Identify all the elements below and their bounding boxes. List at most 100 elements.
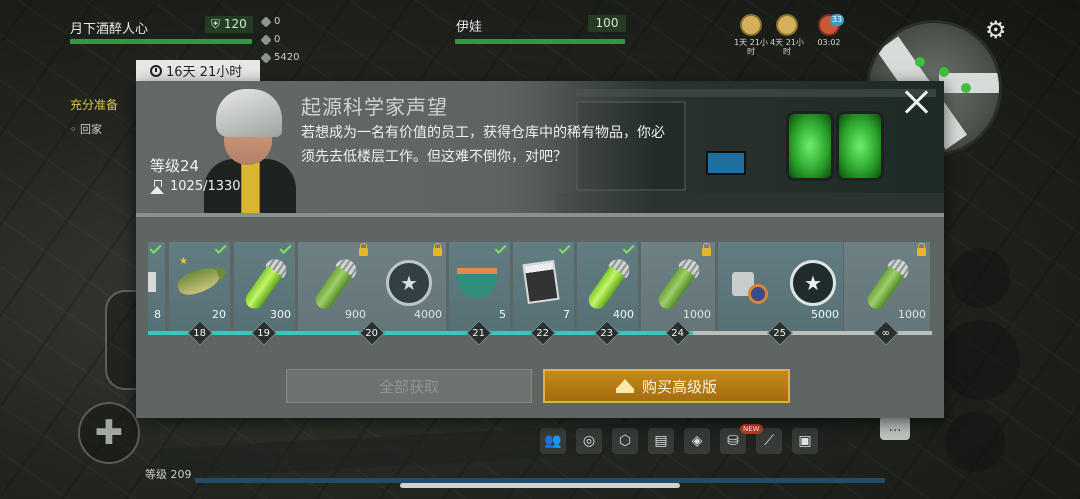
knife-icon <box>260 51 272 64</box>
level-marker-label: ∞ <box>881 327 890 339</box>
level-marker-label: 21 <box>472 327 486 339</box>
level-marker-label: 22 <box>536 327 550 339</box>
reward-amount: 8 <box>154 308 161 321</box>
pike-fish-icon <box>174 263 224 299</box>
backpack-icon[interactable]: ▣ <box>792 428 818 454</box>
reward-track: 8 ★ 20 300 900 ★ 4000 5 7 400 1000 ★ 500… <box>148 241 932 346</box>
reward-cell[interactable] <box>718 242 783 334</box>
parts-piece <box>748 284 768 304</box>
reward-amount: 7 <box>563 308 570 321</box>
close-icon[interactable] <box>903 89 929 115</box>
reward-amount: 5000 <box>811 308 839 321</box>
quest-item[interactable]: ◦ 回家 <box>70 121 102 137</box>
season-timer-tab: 16天 21小时 <box>136 60 260 81</box>
parts-icon <box>732 272 772 304</box>
season-timer-text: 16天 21小时 <box>166 65 243 80</box>
player2-health-badge: 100 <box>588 15 626 32</box>
chat-icon[interactable]: … <box>880 416 910 440</box>
stat-value-2: 0 <box>274 34 281 45</box>
reputation-xp-value: 1025/1330 <box>170 179 241 194</box>
new-badge: NEW <box>740 424 763 434</box>
checkmark-icon <box>558 241 571 255</box>
claim-all-button[interactable]: 全部获取 <box>286 369 532 403</box>
secondary-weapon-button[interactable] <box>950 248 1010 308</box>
event-timer-1[interactable]: 1天 21小时 <box>734 14 768 56</box>
crown-icon <box>615 379 634 393</box>
coin-icon <box>776 14 798 36</box>
level-marker-label: 18 <box>193 327 207 339</box>
modal-banner: 等级24 1025/1330 起源科学家声望 若想成为一名有价值的员工，获得仓库… <box>136 81 944 213</box>
player-level-label: 等级 209 <box>145 468 192 481</box>
lock-icon <box>359 243 368 256</box>
star-badge-icon: ★ <box>790 260 836 306</box>
buy-premium-button[interactable]: 购买高级版 <box>543 369 790 403</box>
magazine-icon <box>522 259 560 305</box>
system-home-indicator[interactable] <box>400 483 680 488</box>
serum-glass <box>655 265 696 313</box>
level-marker-label: 19 <box>257 327 271 339</box>
minimap-marker <box>961 83 971 93</box>
lock-icon <box>433 243 442 256</box>
event-timer-3-label: 03:02 <box>817 38 841 47</box>
food-bowl-icon <box>457 268 497 298</box>
level-marker-label: 25 <box>773 327 787 339</box>
lab-green-tank <box>836 111 884 181</box>
player1-health-bar <box>70 39 252 44</box>
reward-cell[interactable]: ★ 5000 <box>783 242 843 334</box>
lab-computer-screen <box>706 151 746 175</box>
blueprint-icon[interactable]: ◈ <box>684 428 710 454</box>
quests-icon[interactable]: ▤ <box>648 428 674 454</box>
player2-name: 伊娃 <box>456 20 483 35</box>
reward-amount: 300 <box>270 308 291 321</box>
settings-gear-icon[interactable]: ⚙ <box>985 16 1007 44</box>
reward-cell[interactable]: 8 <box>148 241 165 334</box>
player1-health-badge: ⛨ 120 <box>205 16 253 33</box>
level-marker-label: 20 <box>365 327 379 339</box>
premium-reward-cell[interactable]: 900 <box>298 242 372 334</box>
stat-row-1: 0 <box>260 15 281 28</box>
bullet-icon: ◦ <box>70 123 80 136</box>
event-timer-2[interactable]: 4天 21小时 <box>770 14 804 56</box>
serum-glass <box>864 265 905 313</box>
quest-heading[interactable]: 充分准备 <box>70 96 118 113</box>
faction-icon[interactable]: ⬡ <box>612 428 638 454</box>
lab-green-tank <box>786 111 834 181</box>
serum-glass <box>584 265 625 313</box>
crate-icon <box>740 14 762 36</box>
heal-button[interactable]: ✚ <box>78 402 140 464</box>
modal-description: 若想成为一名有价值的员工，获得仓库中的稀有物品，你必须先去低楼层工作。但这难不倒… <box>301 125 665 165</box>
checkmark-icon <box>214 241 227 255</box>
flask-icon <box>150 179 164 194</box>
portrait-hair <box>216 89 282 137</box>
premium-reward-cell[interactable]: ★ 4000 <box>372 242 446 334</box>
weapon-pistol-button[interactable] <box>940 320 1020 400</box>
premium-reward-cell[interactable]: 1000 <box>844 242 930 334</box>
reputation-xp: 1025/1330 <box>150 179 241 194</box>
reputation-modal: 等级24 1025/1330 起源科学家声望 若想成为一名有价值的员工，获得仓库… <box>136 81 944 418</box>
stat-row-2: 0 <box>260 33 281 46</box>
clan-icon[interactable]: ◎ <box>576 428 602 454</box>
event-timer-1-label: 1天 21小时 <box>734 38 768 56</box>
lock-icon <box>702 243 711 256</box>
buy-premium-label: 购买高级版 <box>641 377 717 396</box>
lock-icon <box>917 243 926 256</box>
bottom-action-bar: 👥 ◎ ⬡ ▤ ◈ ⛁ ⟋ ▣ <box>540 428 818 454</box>
checkmark-icon <box>622 241 635 255</box>
serum-glass <box>312 265 353 313</box>
stat-row-3: 5420 <box>260 51 299 64</box>
checkmark-icon <box>279 241 292 255</box>
friends-icon[interactable]: 👥 <box>540 428 566 454</box>
level-marker-label: 24 <box>671 327 685 339</box>
reward-amount: 1000 <box>898 308 926 321</box>
scientist-portrait <box>202 89 298 213</box>
checkmark-icon <box>494 241 507 255</box>
reward-amount: 5 <box>499 308 506 321</box>
minimap-marker <box>939 67 949 77</box>
minimap-marker <box>915 57 925 67</box>
crouch-button[interactable] <box>945 412 1005 472</box>
plus-icon: ✚ <box>94 413 124 453</box>
serum-glass <box>241 265 282 313</box>
reward-amount: 400 <box>613 308 634 321</box>
modal-title: 起源科学家声望 <box>301 95 448 119</box>
stat-value-1: 0 <box>274 16 281 27</box>
